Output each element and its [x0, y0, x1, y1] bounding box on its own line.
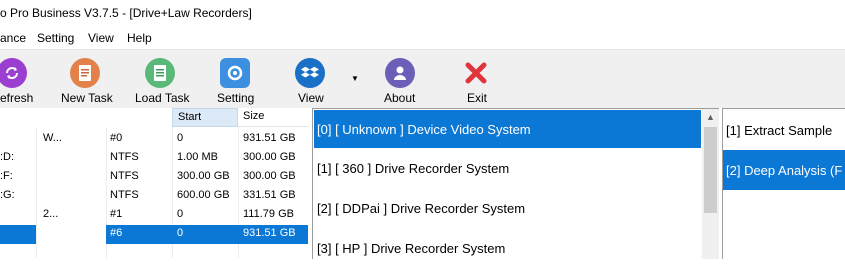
load-task-icon	[145, 58, 175, 88]
about-button[interactable]: About	[382, 50, 420, 108]
menu-setting[interactable]: Setting	[37, 31, 74, 45]
size-column-header[interactable]: Size	[238, 108, 308, 127]
table-header: Start Size	[0, 108, 308, 127]
user-info-icon	[385, 58, 415, 88]
list-item-selected[interactable]: [0] [ Unknown ] Device Video System	[314, 110, 701, 148]
recorder-system-list: [0] [ Unknown ] Device Video System [1] …	[312, 108, 719, 259]
close-icon	[461, 58, 491, 88]
scroll-up-icon[interactable]: ▲	[702, 109, 719, 126]
list-item[interactable]: [3] [ HP ] Drive Recorder System	[314, 229, 701, 267]
scroll-thumb[interactable]	[704, 127, 717, 213]
menu-maintenance[interactable]: ance	[0, 31, 26, 45]
caret-down-icon: ▼	[351, 74, 359, 83]
deep-analysis-item[interactable]: [2] Deep Analysis (F	[723, 150, 845, 190]
toolbar: efresh New Task Load Task Setting View ▼…	[0, 49, 845, 108]
extract-sample-item[interactable]: [1] Extract Sample	[723, 110, 845, 150]
dropbox-icon	[295, 58, 325, 88]
table-row-selected[interactable]: #6 0 931.51 GB	[0, 225, 308, 244]
table-row[interactable]: :F: NTFS 300.00 GB 300.00 GB	[0, 168, 308, 187]
view-dropdown-button[interactable]: ▼	[348, 50, 362, 108]
new-task-button[interactable]: New Task	[58, 50, 116, 108]
disk-partition-table: Start Size W... #0 0 931.51 GB :D: NTFS …	[0, 108, 308, 258]
refresh-icon	[0, 58, 27, 88]
list-item[interactable]: [2] [ DDPai ] Drive Recorder System	[314, 189, 701, 227]
window-title: o Pro Business V3.7.5 - [Drive+Law Recor…	[0, 6, 252, 20]
list-item[interactable]: [1] [ 360 ] Drive Recorder System	[314, 149, 701, 187]
refresh-label: efresh	[0, 91, 34, 105]
menu-view[interactable]: View	[88, 31, 114, 45]
start-column-header[interactable]: Start	[172, 108, 238, 127]
menu-help[interactable]: Help	[127, 31, 152, 45]
table-row[interactable]: :G: NTFS 600.00 GB 331.51 GB	[0, 187, 308, 206]
about-label: About	[384, 91, 416, 105]
refresh-button[interactable]: efresh	[0, 50, 40, 108]
exit-button[interactable]: Exit	[460, 50, 492, 108]
title-bar: o Pro Business V3.7.5 - [Drive+Law Recor…	[0, 0, 845, 28]
table-row[interactable]: W... #0 0 931.51 GB	[0, 130, 308, 149]
load-task-button[interactable]: Load Task	[132, 50, 192, 108]
menu-bar: ance Setting View Help	[0, 28, 845, 49]
exit-label: Exit	[467, 91, 488, 105]
load-task-label: Load Task	[135, 91, 190, 105]
table-row[interactable]: 2... #1 0 111.79 GB	[0, 206, 308, 225]
view-label: View	[298, 91, 324, 105]
setting-label: Setting	[217, 91, 255, 105]
view-button[interactable]: View	[292, 50, 334, 108]
action-list: [1] Extract Sample [2] Deep Analysis (F	[722, 108, 845, 259]
setting-button[interactable]: Setting	[212, 50, 260, 108]
gear-icon	[220, 58, 250, 88]
vertical-scrollbar[interactable]: ▲	[702, 109, 719, 259]
new-task-label: New Task	[61, 91, 113, 105]
new-task-icon	[70, 58, 100, 88]
table-row[interactable]: :D: NTFS 1.00 MB 300.00 GB	[0, 149, 308, 168]
